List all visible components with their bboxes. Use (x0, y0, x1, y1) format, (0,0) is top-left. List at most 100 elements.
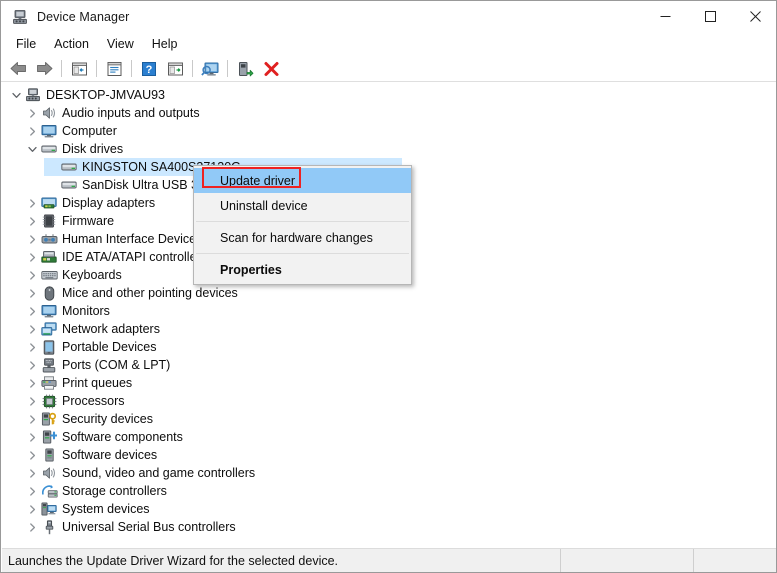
chevron-right-icon[interactable] (24, 122, 40, 140)
firmware-icon (40, 213, 58, 229)
device-manager-window: Device Manager File Action View Help ? D… (0, 0, 777, 573)
tree-item-label: Display adapters (62, 196, 156, 210)
keyboard-icon (40, 267, 58, 283)
tree-item[interactable]: Security devices (2, 410, 776, 428)
tree-item[interactable]: Universal Serial Bus controllers (2, 518, 776, 536)
tree-item-label: Keyboards (62, 268, 122, 282)
tree-item[interactable]: Network adapters (2, 320, 776, 338)
chevron-right-icon[interactable] (24, 518, 40, 536)
tree-item[interactable]: DESKTOP-JMVAU93 (2, 86, 776, 104)
tree-item-label: Software components (62, 430, 183, 444)
tree-item[interactable]: Portable Devices (2, 338, 776, 356)
chevron-right-icon[interactable] (24, 392, 40, 410)
tree-item[interactable]: Computer (2, 122, 776, 140)
enable-device-icon[interactable] (232, 57, 258, 81)
scan-for-hardware-changes-icon[interactable] (197, 57, 223, 81)
uninstall-device-icon[interactable] (258, 57, 284, 81)
chevron-right-icon[interactable] (24, 356, 40, 374)
device-manager-icon (11, 8, 29, 26)
tree-item[interactable]: Storage controllers (2, 482, 776, 500)
monitor-icon (40, 123, 58, 139)
close-button[interactable] (733, 1, 776, 32)
status-pane-3 (694, 549, 776, 573)
tree-item[interactable]: System devices (2, 500, 776, 518)
context-menu-separator (196, 253, 409, 254)
context-menu-item-uninstall-device[interactable]: Uninstall device (194, 193, 411, 218)
chevron-right-icon[interactable] (24, 266, 40, 284)
tree-item-label: Universal Serial Bus controllers (62, 520, 236, 534)
toolbar-separator-3 (131, 60, 132, 77)
tree-item[interactable]: Ports (COM & LPT) (2, 356, 776, 374)
usb-controller-icon (40, 519, 58, 535)
context-menu-separator (196, 221, 409, 222)
chevron-right-icon[interactable] (24, 464, 40, 482)
hid-icon (40, 231, 58, 247)
tree-item-label: Network adapters (62, 322, 160, 336)
printer-icon (40, 375, 58, 391)
chevron-right-icon[interactable] (24, 320, 40, 338)
back-icon[interactable] (5, 57, 31, 81)
chevron-right-icon[interactable] (24, 302, 40, 320)
toolbar: ? (1, 56, 776, 82)
menu-help[interactable]: Help (143, 34, 187, 54)
tree-item-label: Monitors (62, 304, 110, 318)
tree-item[interactable]: Disk drives (2, 140, 776, 158)
chevron-right-icon[interactable] (24, 410, 40, 428)
tree-item[interactable]: Audio inputs and outputs (2, 104, 776, 122)
monitor-icon (40, 303, 58, 319)
tree-item-label: Computer (62, 124, 117, 138)
menu-view[interactable]: View (98, 34, 143, 54)
chevron-right-icon[interactable] (24, 446, 40, 464)
tree-item-label: Human Interface Devices (62, 232, 203, 246)
window-title: Device Manager (37, 9, 130, 24)
tree-item-label: Audio inputs and outputs (62, 106, 200, 120)
tree-item[interactable]: Software components (2, 428, 776, 446)
tree-item[interactable]: Processors (2, 392, 776, 410)
show-hide-console-tree-icon[interactable] (66, 57, 92, 81)
chevron-right-icon[interactable] (24, 248, 40, 266)
chevron-right-icon[interactable] (24, 212, 40, 230)
chevron-right-icon[interactable] (24, 428, 40, 446)
chevron-right-icon[interactable] (24, 338, 40, 356)
chevron-down-icon[interactable] (8, 86, 24, 104)
minimize-button[interactable] (643, 1, 688, 32)
chevron-right-icon[interactable] (24, 194, 40, 212)
update-driver-icon[interactable] (162, 57, 188, 81)
tree-item[interactable]: Sound, video and game controllers (2, 464, 776, 482)
mouse-icon (40, 285, 58, 301)
tree-item-label: Sound, video and game controllers (62, 466, 256, 480)
disk-drive-icon (40, 141, 58, 157)
menu-file[interactable]: File (7, 34, 45, 54)
tree-item-label: DESKTOP-JMVAU93 (46, 88, 166, 102)
help-icon[interactable]: ? (136, 57, 162, 81)
system-device-icon (40, 501, 58, 517)
disk-drive-icon (60, 159, 78, 175)
software-component-icon (40, 429, 58, 445)
tree-item[interactable]: Mice and other pointing devices (2, 284, 776, 302)
tree-item[interactable]: Monitors (2, 302, 776, 320)
properties-icon[interactable] (101, 57, 127, 81)
status-message: Launches the Update Driver Wizard for th… (2, 548, 561, 572)
chevron-right-icon[interactable] (24, 104, 40, 122)
context-menu-item-properties[interactable]: Properties (194, 257, 411, 282)
chevron-down-icon[interactable] (24, 140, 40, 158)
maximize-button[interactable] (688, 1, 733, 32)
storage-controller-icon (40, 483, 58, 499)
device-tree-panel[interactable]: DESKTOP-JMVAU93 Audio inputs and outputs C… (2, 82, 776, 548)
forward-icon[interactable] (31, 57, 57, 81)
chevron-right-icon[interactable] (24, 500, 40, 518)
chevron-right-icon[interactable] (24, 230, 40, 248)
tree-item[interactable]: Software devices (2, 446, 776, 464)
context-menu-item-update-driver[interactable]: Update driver (194, 168, 411, 193)
chevron-right-icon[interactable] (24, 374, 40, 392)
tree-item[interactable]: Print queues (2, 374, 776, 392)
chevron-right-icon[interactable] (24, 482, 40, 500)
context-menu-item-scan-for-hardware-changes[interactable]: Scan for hardware changes (194, 225, 411, 250)
menu-action[interactable]: Action (45, 34, 98, 54)
context-menu: Update driver Uninstall device Scan for ha… (193, 165, 412, 285)
tree-item-label: Storage controllers (62, 484, 167, 498)
processor-icon (40, 393, 58, 409)
ide-controller-icon (40, 249, 58, 265)
chevron-right-icon[interactable] (24, 284, 40, 302)
